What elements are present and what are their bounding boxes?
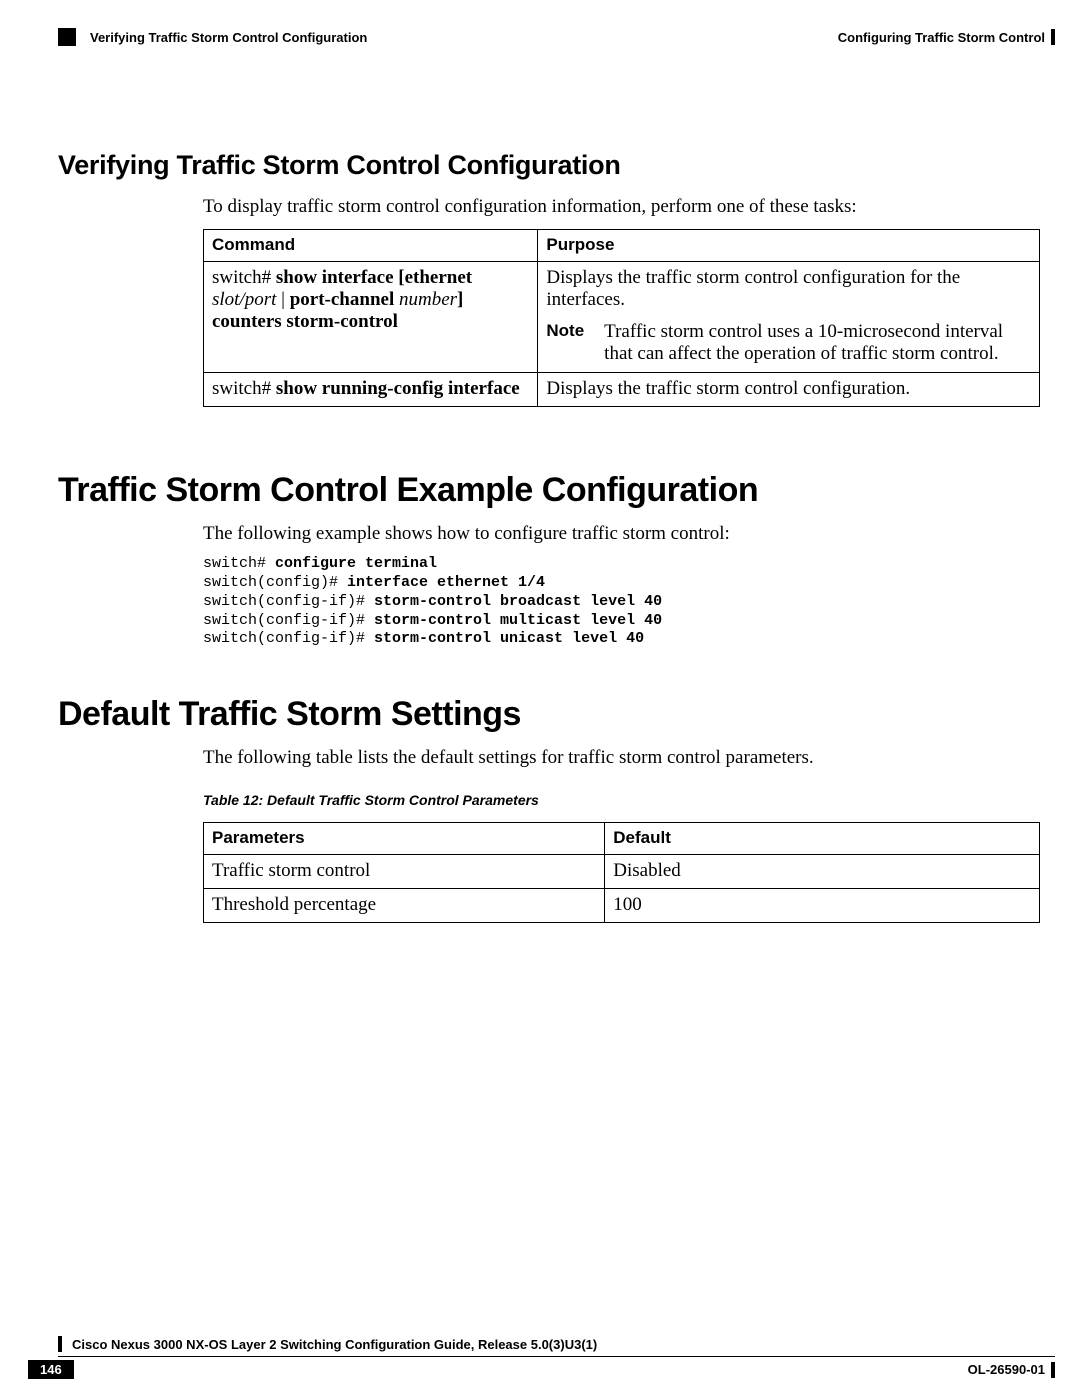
section-verify: Verifying Traffic Storm Control Configur… [58, 150, 1040, 407]
cmd1-prefix: switch# [212, 267, 276, 288]
footer-bar-icon [58, 1336, 62, 1352]
note-block: Note Traffic storm control uses a 10-mic… [546, 321, 1031, 366]
example-code: switch# configure terminal switch(config… [203, 555, 1040, 649]
code-l4b: storm-control multicast level 40 [374, 612, 662, 629]
section-example: Traffic Storm Control Example Configurat… [58, 471, 1040, 650]
header-marker-icon [58, 28, 76, 46]
table-header-row: Parameters Default [204, 822, 1040, 854]
example-body: The following example shows how to confi… [203, 522, 1040, 650]
col-purpose: Purpose [538, 229, 1040, 261]
verify-table: Command Purpose switch# show interface [… [203, 229, 1040, 407]
code-l5p: switch(config-if)# [203, 630, 374, 647]
footer-rule [58, 1356, 1055, 1357]
example-heading: Traffic Storm Control Example Configurat… [58, 471, 1040, 510]
footer-guide-row: Cisco Nexus 3000 NX-OS Layer 2 Switching… [58, 1336, 1055, 1352]
table-row: switch# show running-config interface Di… [204, 372, 1040, 406]
header-chapter-title: Configuring Traffic Storm Control [838, 30, 1045, 45]
footer-docid-block: OL-26590-01 [968, 1362, 1055, 1378]
purpose-cell-1: Displays the traffic storm control confi… [538, 261, 1040, 372]
header-section-title: Verifying Traffic Storm Control Configur… [90, 30, 367, 45]
table-row: Threshold percentage 100 [204, 888, 1040, 922]
code-l2p: switch(config)# [203, 574, 347, 591]
col-parameters: Parameters [204, 822, 605, 854]
default-table-caption: Table 12: Default Traffic Storm Control … [203, 792, 1040, 808]
code-l5b: storm-control unicast level 40 [374, 630, 644, 647]
footer-bar-icon [1051, 1362, 1055, 1378]
header-bar-icon [1051, 29, 1055, 45]
col-command: Command [204, 229, 538, 261]
page-footer: Cisco Nexus 3000 NX-OS Layer 2 Switching… [28, 1336, 1055, 1379]
section-default: Default Traffic Storm Settings The follo… [58, 695, 1040, 923]
verify-intro: To display traffic storm control configu… [203, 195, 1040, 219]
table-header-row: Command Purpose [204, 229, 1040, 261]
cmd1-b1: show interface [ethernet [276, 267, 472, 288]
purpose-cell-2: Displays the traffic storm control confi… [538, 372, 1040, 406]
col-default: Default [605, 822, 1040, 854]
cmd1-sep: | [276, 289, 289, 310]
cmd1-i1: slot/port [212, 289, 276, 310]
default-intro: The following table lists the default se… [203, 746, 1040, 770]
footer-docid: OL-26590-01 [968, 1362, 1045, 1377]
page-content: Verifying Traffic Storm Control Configur… [58, 150, 1040, 923]
page-header: Verifying Traffic Storm Control Configur… [58, 28, 1055, 46]
footer-bottom-row: 146 OL-26590-01 [28, 1360, 1055, 1379]
header-right: Configuring Traffic Storm Control [838, 29, 1055, 45]
code-l1b: configure terminal [275, 555, 437, 572]
cmd2-prefix: switch# [212, 378, 276, 399]
code-l2b: interface ethernet 1/4 [347, 574, 545, 591]
code-l3b: storm-control broadcast level 40 [374, 593, 662, 610]
table-row: switch# show interface [ethernet slot/po… [204, 261, 1040, 372]
header-left: Verifying Traffic Storm Control Configur… [58, 28, 367, 46]
param-r1c1: Traffic storm control [204, 854, 605, 888]
cmd-cell-1: switch# show interface [ethernet slot/po… [204, 261, 538, 372]
example-intro: The following example shows how to confi… [203, 522, 1040, 546]
note-label: Note [546, 321, 584, 366]
cmd-cell-2: switch# show running-config interface [204, 372, 538, 406]
verify-heading: Verifying Traffic Storm Control Configur… [58, 150, 1040, 181]
cmd2-b1: show running-config interface [276, 378, 520, 399]
code-l3p: switch(config-if)# [203, 593, 374, 610]
param-r1c2: Disabled [605, 854, 1040, 888]
default-heading: Default Traffic Storm Settings [58, 695, 1040, 734]
cmd1-i2: number [399, 289, 457, 310]
default-table: Parameters Default Traffic storm control… [203, 822, 1040, 923]
default-body: The following table lists the default se… [203, 746, 1040, 923]
param-r2c1: Threshold percentage [204, 888, 605, 922]
page-number: 146 [28, 1360, 74, 1379]
purpose1-text: Displays the traffic storm control confi… [546, 267, 1031, 311]
table-row: Traffic storm control Disabled [204, 854, 1040, 888]
note-text: Traffic storm control uses a 10-microsec… [604, 321, 1031, 366]
verify-body: To display traffic storm control configu… [203, 195, 1040, 407]
code-l4p: switch(config-if)# [203, 612, 374, 629]
code-l1p: switch# [203, 555, 275, 572]
cmd1-b2: port-channel [290, 289, 399, 310]
param-r2c2: 100 [605, 888, 1040, 922]
footer-guide-title: Cisco Nexus 3000 NX-OS Layer 2 Switching… [72, 1337, 597, 1352]
